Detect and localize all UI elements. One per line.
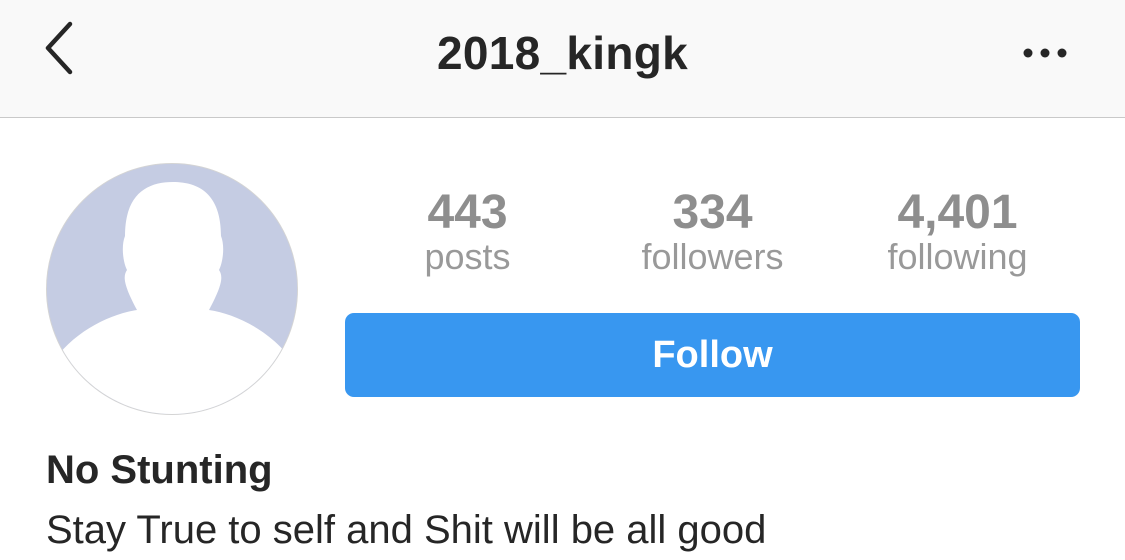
navigation-bar: 2018_kingk bbox=[0, 0, 1125, 118]
ellipsis-icon bbox=[1023, 48, 1067, 58]
avatar[interactable] bbox=[46, 163, 298, 415]
more-options-button[interactable] bbox=[1010, 28, 1080, 78]
posts-count: 443 bbox=[427, 186, 508, 239]
follow-button[interactable]: Follow bbox=[345, 313, 1080, 397]
default-person-icon bbox=[47, 164, 297, 414]
profile-name: No Stunting bbox=[46, 448, 273, 492]
following-count: 4,401 bbox=[897, 186, 1018, 239]
stat-posts[interactable]: 443 posts bbox=[345, 183, 590, 275]
profile-screen: 2018_kingk 443 posts 334 followers 4,401… bbox=[0, 0, 1125, 560]
page-title: 2018_kingk bbox=[436, 27, 689, 79]
following-label: following bbox=[887, 236, 1028, 277]
stat-following[interactable]: 4,401 following bbox=[835, 183, 1080, 275]
followers-label: followers bbox=[641, 236, 784, 277]
profile-stats: 443 posts 334 followers 4,401 following bbox=[345, 183, 1080, 288]
stat-followers[interactable]: 334 followers bbox=[590, 183, 835, 275]
followers-count: 334 bbox=[672, 186, 753, 239]
profile-bio: Stay True to self and Shit will be all g… bbox=[46, 508, 767, 552]
posts-label: posts bbox=[424, 236, 511, 277]
